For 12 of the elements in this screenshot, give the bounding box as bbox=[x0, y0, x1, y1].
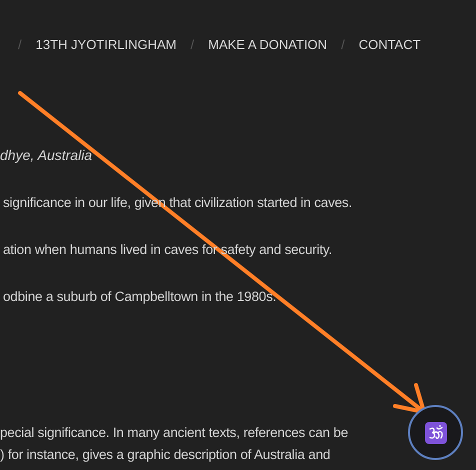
paragraph: ) for instance, gives a graphic description of Australia and bbox=[0, 446, 330, 464]
nav-separator: / bbox=[17, 36, 23, 54]
om-icon bbox=[424, 422, 446, 444]
nav-separator: / bbox=[340, 36, 346, 54]
paragraph: pecial significance. In many ancient texts, references can be bbox=[0, 424, 348, 442]
paragraph: ation when humans lived in caves for safety and security. bbox=[2, 241, 332, 259]
nav-link[interactable]: MAKE A DONATION bbox=[208, 35, 328, 55]
paragraph: odbine a suburb of Campbelltown in the 1980s. bbox=[2, 288, 276, 306]
nav-separator: / bbox=[189, 36, 196, 54]
nav-link[interactable]: CONTACT bbox=[358, 35, 421, 55]
author-byline: dhye, Australia bbox=[0, 146, 92, 164]
nav-link[interactable]: 13TH JYOTIRLINGHAM bbox=[36, 35, 176, 55]
